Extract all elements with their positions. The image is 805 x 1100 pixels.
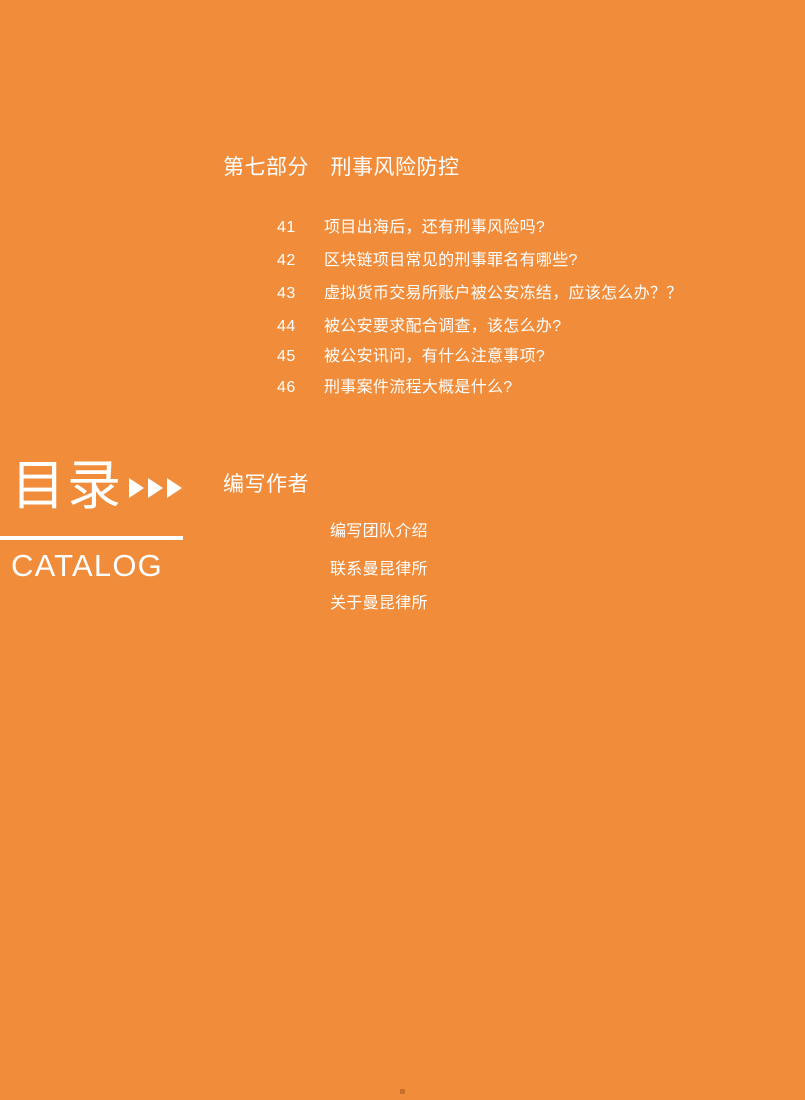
toc-entry-title: 虚拟货币交易所账户被公安冻结，应该怎么办？？ — [324, 285, 683, 302]
page-footer-dot — [400, 1089, 405, 1094]
section-heading-authors: 编写作者 — [223, 473, 309, 496]
toc-entry-title: 刑事案件流程大概是什么? — [324, 379, 513, 396]
toc-entry-45[interactable]: 45 被公安讯问，有什么注意事项? — [277, 342, 545, 366]
toc-entry-41[interactable]: 41 项目出海后，还有刑事风险吗? — [277, 213, 545, 237]
author-entry-contact[interactable]: 联系曼昆律所 — [330, 555, 428, 579]
toc-entry-title: 被公安讯问，有什么注意事项? — [324, 348, 546, 365]
toc-entry-number: 43 — [277, 285, 296, 302]
toc-entry-number: 42 — [277, 252, 296, 269]
toc-entry-title: 区块链项目常见的刑事罪名有哪些? — [324, 252, 578, 269]
toc-entry-44[interactable]: 44 被公安要求配合调查，该怎么办? — [277, 312, 561, 336]
toc-entry-title: 项目出海后，还有刑事风险吗? — [324, 219, 546, 236]
toc-entry-number: 45 — [277, 348, 296, 365]
toc-content: 第七部分 刑事风险防控 41 项目出海后，还有刑事风险吗? 42 区块链项目常见… — [0, 0, 805, 1100]
toc-entry-title: 被公安要求配合调查，该怎么办? — [324, 318, 562, 335]
toc-entry-number: 41 — [277, 219, 296, 236]
author-entry-team-intro[interactable]: 编写团队介绍 — [330, 517, 428, 541]
toc-entry-number: 46 — [277, 379, 296, 396]
toc-entry-number: 44 — [277, 318, 296, 335]
toc-entry-46[interactable]: 46 刑事案件流程大概是什么? — [277, 373, 513, 397]
toc-entry-43[interactable]: 43 虚拟货币交易所账户被公安冻结，应该怎么办？？ — [277, 279, 683, 303]
toc-entry-42[interactable]: 42 区块链项目常见的刑事罪名有哪些? — [277, 246, 578, 270]
section-heading-part-seven: 第七部分 刑事风险防控 — [223, 156, 460, 179]
catalog-page: 目录 CATALOG 第七部分 刑事风险防控 41 项目出海后，还有刑事风险吗?… — [0, 0, 805, 1100]
author-entry-about[interactable]: 关于曼昆律所 — [330, 589, 428, 613]
